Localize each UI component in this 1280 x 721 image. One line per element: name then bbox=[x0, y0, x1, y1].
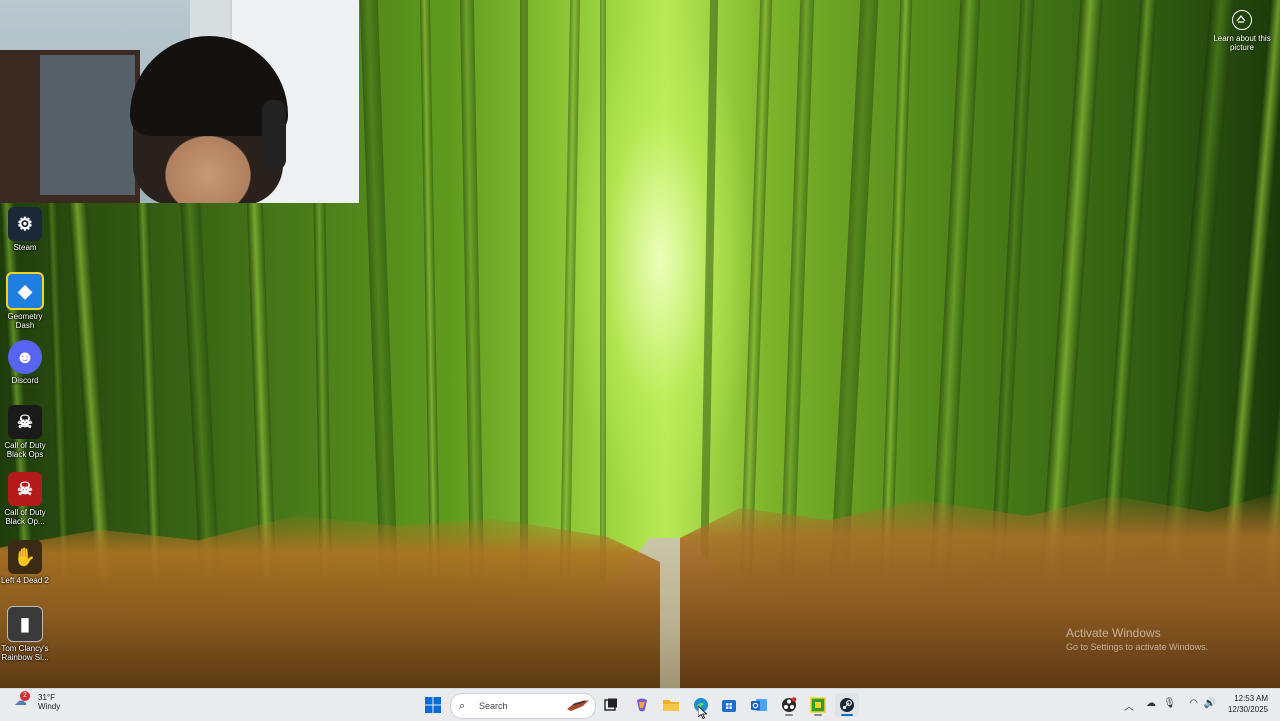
bamboo-stalk bbox=[990, 0, 1036, 581]
store-icon bbox=[722, 700, 736, 712]
running-indicator bbox=[814, 714, 822, 716]
running-indicator bbox=[785, 714, 793, 716]
notification-badge: 2 bbox=[20, 691, 30, 701]
active-indicator bbox=[841, 714, 853, 716]
wallpaper-grass-left bbox=[0, 515, 660, 688]
bamboo-stalk bbox=[740, 0, 773, 581]
obs-icon bbox=[782, 697, 797, 712]
rainbow-six-icon: ▮ bbox=[7, 606, 43, 642]
bamboo-stalk bbox=[700, 0, 719, 581]
onedrive-icon[interactable]: ☁ bbox=[1146, 698, 1156, 709]
bamboo-stalk bbox=[560, 0, 581, 581]
desktop-icon-geometry-dash[interactable]: ◆ Geometry Dash bbox=[0, 272, 50, 330]
activate-windows-watermark: Activate Windows Go to Settings to activ… bbox=[1066, 626, 1208, 652]
desktop-icon-rainbow-six[interactable]: ▮ Tom Clancy's Rainbow Si... bbox=[0, 606, 50, 662]
clock[interactable]: 12:53 AM 12/30/2025 bbox=[1228, 693, 1268, 715]
clock-date: 12/30/2025 bbox=[1227, 705, 1268, 714]
obs-button[interactable] bbox=[777, 693, 801, 717]
desktop-icon-discord[interactable]: ☻ Discord bbox=[0, 340, 50, 385]
outlook-icon bbox=[751, 699, 767, 711]
webcam-overlay bbox=[0, 0, 359, 203]
task-view-button[interactable] bbox=[599, 693, 623, 717]
copilot-icon bbox=[637, 698, 647, 712]
bamboo-stalk bbox=[1040, 0, 1104, 581]
activate-subtitle: Go to Settings to activate Windows. bbox=[1066, 642, 1209, 652]
steam-icon: ⚙ bbox=[8, 207, 42, 241]
headset-icon bbox=[262, 100, 286, 170]
bamboo-stalk bbox=[780, 0, 815, 581]
geometry-dash-taskbar-button[interactable] bbox=[806, 693, 830, 717]
bamboo-stalk bbox=[520, 0, 528, 580]
wifi-icon[interactable]: ◠ bbox=[1189, 698, 1198, 709]
desktop-icon-cod-black-ops[interactable]: ☠ Call of Duty Black Ops bbox=[0, 405, 50, 459]
discord-icon: ☻ bbox=[8, 340, 42, 374]
microphone-icon[interactable]: 🎙 bbox=[1163, 698, 1176, 709]
geometry-dash-icon: ◆ bbox=[6, 272, 44, 310]
weather-temp: 31°F bbox=[38, 693, 55, 702]
left4dead2-icon: ✋ bbox=[8, 540, 42, 574]
bamboo-stalk bbox=[600, 0, 606, 580]
geometry-dash-icon bbox=[810, 697, 826, 713]
windows-icon bbox=[425, 697, 441, 713]
bamboo-stalk bbox=[419, 0, 440, 581]
outlook-button[interactable] bbox=[747, 693, 771, 717]
mouse-cursor-icon bbox=[698, 706, 707, 719]
activate-title: Activate Windows bbox=[1066, 626, 1161, 640]
copilot-button[interactable] bbox=[630, 693, 654, 717]
learn-about-picture[interactable]: Learn about this picture bbox=[1212, 10, 1272, 52]
desktop-icon-steam[interactable]: ⚙ Steam bbox=[0, 207, 50, 252]
volume-icon[interactable]: 🔊 bbox=[1204, 698, 1216, 709]
bamboo-stalk bbox=[930, 0, 982, 581]
taskbar-search[interactable]: ⌕ Search bbox=[450, 693, 596, 719]
bamboo-stalk bbox=[359, 0, 398, 581]
bamboo-stalk bbox=[830, 0, 880, 581]
cod-black-ops-icon: ☠ bbox=[8, 405, 42, 439]
taskbar: ☁ 2 31°F Windy ⌕ Search ︿ ☁ 🎙 ◠ 🔊 12:53 … bbox=[0, 688, 1280, 721]
steam-taskbar-button[interactable] bbox=[835, 693, 859, 717]
bamboo-stalk bbox=[1100, 0, 1158, 581]
cod-black-ops-2-icon: ☠ bbox=[8, 472, 42, 506]
wallpaper-grass-right bbox=[680, 492, 1280, 688]
folder-icon bbox=[663, 700, 679, 711]
steam-icon bbox=[840, 698, 854, 712]
search-highlight-icon bbox=[567, 700, 589, 711]
search-icon: ⌕ bbox=[459, 699, 466, 712]
bamboo-stalk bbox=[459, 0, 484, 581]
weather-condition: Windy bbox=[38, 702, 61, 711]
search-placeholder: Search bbox=[479, 701, 508, 711]
clock-time: 12:53 AM bbox=[1234, 694, 1268, 703]
weather-widget[interactable]: ☁ 2 31°F Windy bbox=[14, 691, 61, 711]
system-tray: ︿ ☁ 🎙 ◠ 🔊 12:53 AM 12/30/2025 bbox=[1120, 689, 1280, 721]
bamboo-stalk bbox=[880, 0, 913, 581]
desktop-icon-cod-black-ops-2[interactable]: ☠ Call of Duty Black Op... bbox=[0, 472, 50, 526]
task-view-icon bbox=[604, 698, 617, 711]
desktop-icon-left4dead2[interactable]: ✋ Left 4 Dead 2 bbox=[0, 540, 50, 585]
weather-icon: ☁ 2 bbox=[14, 691, 32, 711]
store-button[interactable] bbox=[717, 693, 741, 717]
camera-icon bbox=[1232, 10, 1252, 30]
start-button[interactable] bbox=[421, 693, 445, 717]
bamboo-stalk bbox=[1160, 0, 1237, 582]
chevron-up-icon[interactable]: ︿ bbox=[1124, 698, 1134, 713]
file-explorer-button[interactable] bbox=[659, 693, 683, 717]
